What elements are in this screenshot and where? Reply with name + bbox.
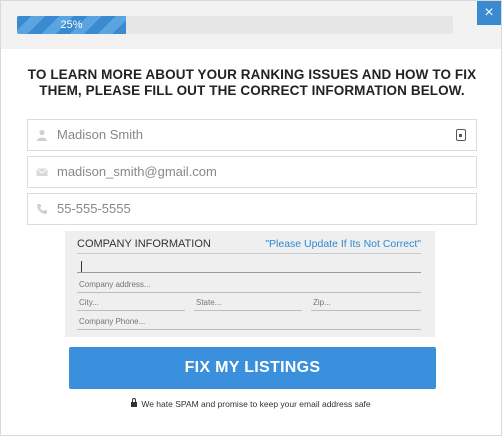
email-value: madison_smith@gmail.com xyxy=(57,164,217,179)
fix-my-listings-button[interactable]: FIX MY LISTINGS xyxy=(69,347,436,389)
name-field[interactable]: Madison Smith xyxy=(27,119,477,151)
phone-value: 55-555-5555 xyxy=(57,201,131,216)
phone-icon xyxy=(36,203,48,215)
person-icon xyxy=(36,129,48,141)
spam-note: We hate SPAM and promise to keep your em… xyxy=(1,398,501,409)
headline: TO LEARN MORE ABOUT YOUR RANKING ISSUES … xyxy=(27,67,477,98)
email-field[interactable]: madison_smith@gmail.com xyxy=(27,156,477,188)
name-value: Madison Smith xyxy=(57,127,143,142)
state-input[interactable] xyxy=(194,295,302,311)
progress-fill: 25% xyxy=(17,16,126,34)
zip-input[interactable] xyxy=(311,295,421,311)
lock-icon xyxy=(131,398,138,407)
close-button[interactable]: × xyxy=(477,1,501,25)
city-input[interactable] xyxy=(77,295,185,311)
phone-field[interactable]: 55-555-5555 xyxy=(27,193,477,225)
update-note: "Please Update If Its Not Correct" xyxy=(265,238,421,250)
company-information-panel: COMPANY INFORMATION "Please Update If It… xyxy=(65,231,435,337)
close-icon: × xyxy=(484,4,494,21)
lead-form-modal: 25% × TO LEARN MORE ABOUT YOUR RANKING I… xyxy=(0,0,502,436)
company-phone-input[interactable] xyxy=(77,314,421,330)
text-cursor xyxy=(81,261,82,272)
progress-bar: 25% xyxy=(17,16,453,34)
spam-note-text: We hate SPAM and promise to keep your em… xyxy=(141,399,371,409)
title-divider xyxy=(77,253,421,254)
company-address-input[interactable] xyxy=(77,277,421,293)
envelope-icon xyxy=(36,166,48,178)
contact-card-icon xyxy=(456,129,466,141)
company-info-title: COMPANY INFORMATION xyxy=(77,238,211,250)
company-name-input[interactable] xyxy=(77,257,421,273)
top-bar: 25% xyxy=(1,1,501,49)
